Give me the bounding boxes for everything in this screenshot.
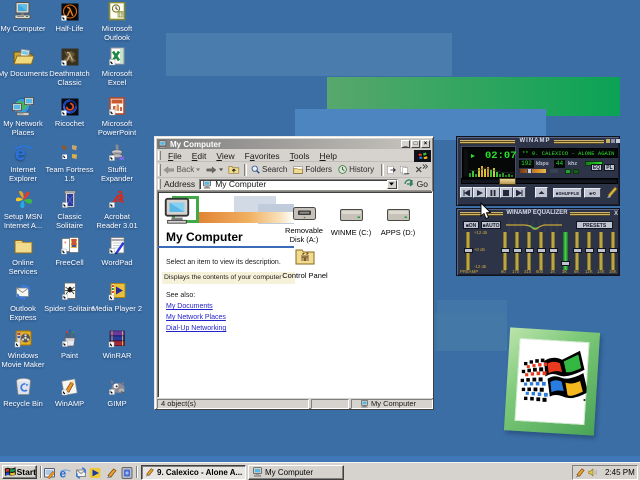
svg-text:e: e — [60, 467, 67, 479]
